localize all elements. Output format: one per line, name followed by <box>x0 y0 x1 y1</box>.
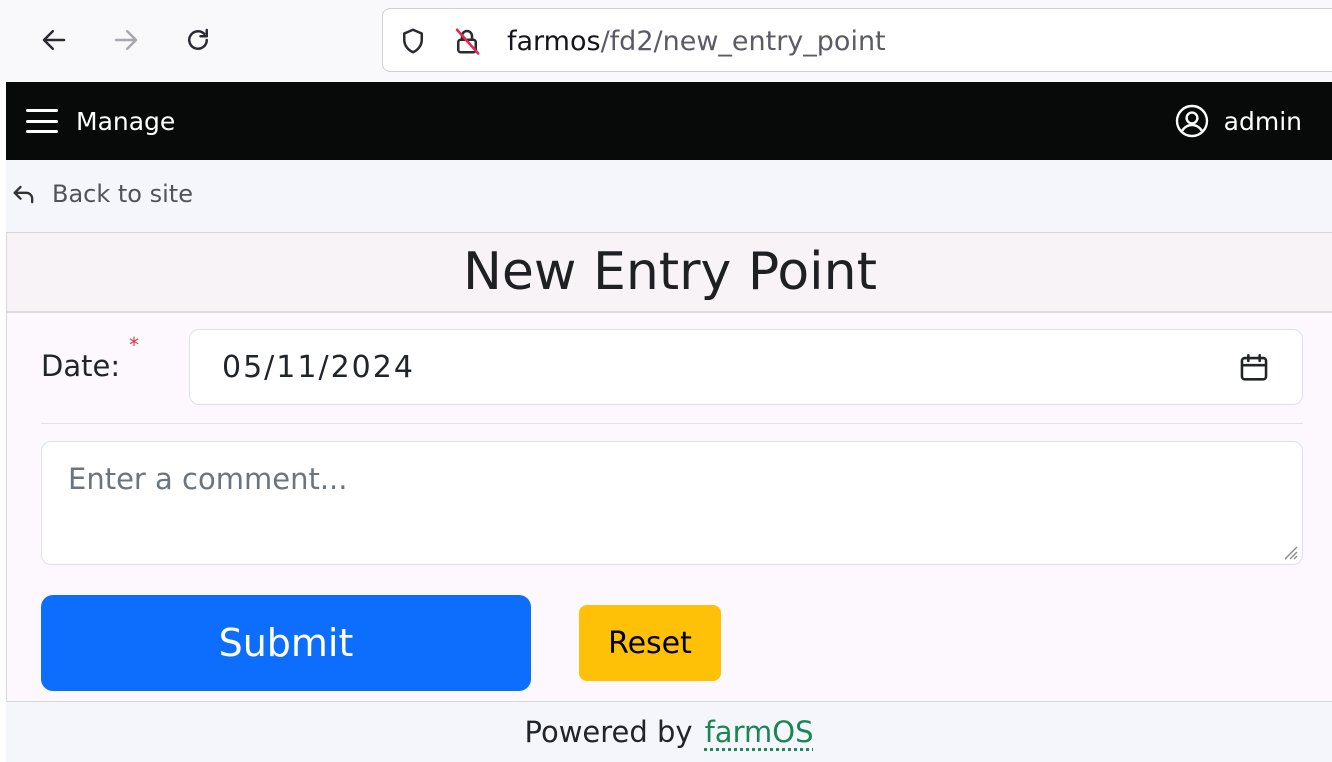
forward-arrow-icon <box>111 25 141 55</box>
url-text: farmos/fd2/new_entry_point <box>507 27 886 57</box>
submit-button[interactable]: Submit <box>41 595 531 691</box>
date-input[interactable]: 05/11/2024 <box>189 329 1303 405</box>
footer: Powered by farmOS <box>6 702 1332 762</box>
app-header: Manage admin <box>6 82 1332 160</box>
user-name: admin <box>1224 107 1302 136</box>
insecure-lock-icon[interactable] <box>451 25 483 57</box>
shield-icon[interactable] <box>397 25 429 57</box>
title-bar: New Entry Point <box>7 233 1332 313</box>
forward-arrow-button[interactable] <box>106 20 146 60</box>
back-to-site-link[interactable]: Back to site <box>10 180 193 208</box>
manage-menu-button[interactable]: Manage <box>26 104 175 138</box>
comment-textarea[interactable]: Enter a comment... <box>41 441 1303 565</box>
browser-toolbar: farmos/fd2/new_entry_point <box>0 0 1332 82</box>
entry-point-form: New Entry Point Date: * 05/11/2024 Enter… <box>6 232 1332 702</box>
url-path: /fd2/new_entry_point <box>601 26 886 57</box>
reload-button[interactable] <box>178 20 218 60</box>
calendar-icon[interactable] <box>1236 350 1272 386</box>
page-title: New Entry Point <box>463 242 877 302</box>
required-marker: * <box>129 333 139 357</box>
footer-prefix: Powered by <box>525 715 693 749</box>
url-host: farmos <box>507 26 601 57</box>
manage-menu-label: Manage <box>76 107 175 136</box>
submit-button-label: Submit <box>219 621 354 665</box>
farmos-link[interactable]: farmOS <box>705 715 814 749</box>
user-avatar-icon <box>1174 103 1210 139</box>
back-to-site-icon <box>10 180 38 208</box>
back-to-site-label: Back to site <box>52 180 193 208</box>
admin-toolbar: Back to site <box>6 160 1332 232</box>
date-value: 05/11/2024 <box>222 350 415 385</box>
address-bar[interactable]: farmos/fd2/new_entry_point <box>382 8 1332 72</box>
reset-button[interactable]: Reset <box>579 605 721 681</box>
comment-placeholder: Enter a comment... <box>68 462 347 496</box>
hamburger-icon <box>26 109 58 133</box>
reload-icon <box>183 25 213 55</box>
back-arrow-button[interactable] <box>34 20 74 60</box>
reset-button-label: Reset <box>608 626 692 661</box>
form-divider <box>41 423 1303 424</box>
back-arrow-icon <box>39 25 69 55</box>
date-label: Date: <box>41 349 120 383</box>
resize-grip-icon[interactable] <box>1280 542 1298 560</box>
user-menu-button[interactable]: admin <box>1174 102 1302 140</box>
